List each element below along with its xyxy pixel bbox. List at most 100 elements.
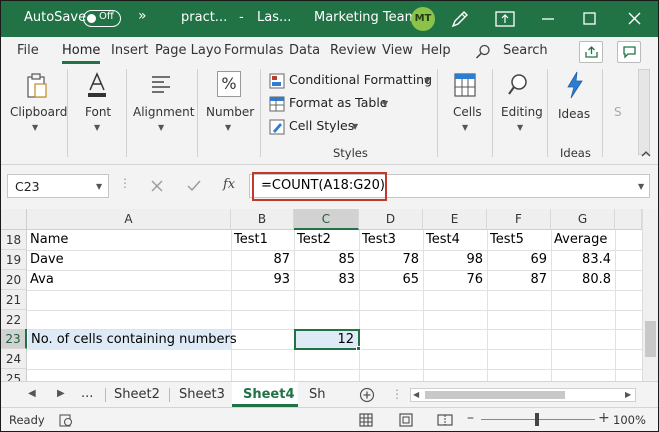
font-group[interactable]: Font ▼ (68, 65, 126, 161)
number-group[interactable]: % Number ▼ (198, 65, 260, 161)
sheet-tab-sheet4[interactable]: Sheet4 (243, 387, 295, 402)
maximize-icon[interactable] (583, 12, 596, 25)
cancel-entry-icon[interactable] (151, 180, 163, 192)
cell-f20[interactable]: 87 (487, 270, 551, 290)
horizontal-scrollbar[interactable]: ◀ ▶ (410, 388, 636, 402)
sheet-tab-partial[interactable]: Sh (309, 387, 326, 402)
ribbon-scrollbar[interactable] (638, 69, 650, 155)
cell-d19[interactable]: 78 (359, 250, 423, 270)
tab-formulas[interactable]: Formulas (224, 43, 283, 58)
close-icon[interactable] (628, 12, 641, 25)
expand-formula-icon[interactable]: ▼ (638, 182, 644, 191)
column-header-a[interactable]: A (27, 209, 231, 230)
zoom-out-icon[interactable]: – (467, 410, 474, 426)
name-box[interactable]: C23 ▼ (7, 174, 109, 198)
zoom-slider-thumb[interactable] (535, 413, 539, 426)
tab-help[interactable]: Help (421, 43, 451, 58)
ideas-group[interactable]: Ideas Ideas (548, 65, 602, 161)
zoom-level[interactable]: 100% (613, 413, 646, 427)
select-all-button[interactable] (1, 209, 27, 230)
share-button[interactable] (579, 41, 603, 63)
scroll-left-icon[interactable]: ◀ (28, 388, 36, 399)
insert-function-icon[interactable]: fx (223, 177, 235, 192)
cell-g19[interactable]: 83.4 (551, 250, 615, 270)
file-location[interactable]: Las... (257, 10, 291, 25)
column-header-e[interactable]: E (423, 209, 487, 230)
search-label[interactable]: Search (503, 43, 548, 58)
row-header-18[interactable]: 18 (1, 230, 27, 250)
column-header-d[interactable]: D (359, 209, 423, 230)
cell-c19[interactable]: 85 (294, 250, 359, 270)
column-header-g[interactable]: G (551, 209, 615, 230)
page-layout-view-icon[interactable] (399, 413, 413, 427)
tab-home[interactable]: Home (62, 43, 100, 58)
fill-handle[interactable] (356, 346, 361, 351)
minimize-icon[interactable] (541, 13, 555, 25)
column-header-b[interactable]: B (231, 209, 294, 230)
horizontal-scroll-thumb[interactable] (425, 391, 565, 399)
cell-a20[interactable]: Ava (27, 270, 231, 290)
cell-d18[interactable]: Test3 (359, 230, 423, 250)
more-commands-icon[interactable]: » (138, 8, 147, 24)
cell-e19[interactable]: 98 (423, 250, 487, 270)
pen-icon[interactable] (450, 9, 470, 29)
zoom-in-icon[interactable]: + (598, 410, 610, 426)
cell-a23[interactable]: No. of cells containing numbers (28, 330, 237, 350)
autosave-toggle[interactable]: Off (83, 10, 121, 27)
cell-e18[interactable]: Test4 (423, 230, 487, 250)
enter-check-icon[interactable] (187, 180, 201, 192)
row-header-22[interactable]: 22 (1, 310, 27, 330)
cells-group[interactable]: Cells ▼ (438, 65, 492, 161)
cell-d20[interactable]: 65 (359, 270, 423, 290)
vertical-scrollbar[interactable] (642, 209, 658, 381)
vertical-scroll-thumb[interactable] (645, 321, 656, 357)
cell-c20[interactable]: 83 (294, 270, 359, 290)
column-header-partial[interactable] (615, 209, 642, 230)
sheet-tab-sheet2[interactable]: Sheet2 (114, 387, 160, 402)
cell-c23[interactable]: 12 (294, 329, 360, 350)
tab-review[interactable]: Review (330, 43, 376, 58)
more-sheets-button[interactable]: ... (81, 386, 93, 401)
cell-g20[interactable]: 80.8 (551, 270, 615, 290)
row-header-24[interactable]: 24 (1, 349, 27, 369)
tab-data[interactable]: Data (289, 43, 320, 58)
cell-f19[interactable]: 69 (487, 250, 551, 270)
tab-page-layout[interactable]: Page Layo (155, 43, 221, 58)
alignment-group[interactable]: Alignment ▼ (127, 65, 197, 161)
cell-c18[interactable]: Test2 (294, 230, 359, 250)
row-header-25[interactable]: 25 (1, 369, 27, 381)
cell-e20[interactable]: 76 (423, 270, 487, 290)
cell-f18[interactable]: Test5 (487, 230, 551, 250)
row-header-19[interactable]: 19 (1, 250, 27, 270)
page-break-view-icon[interactable] (437, 413, 453, 427)
editing-group[interactable]: Editing ▼ (493, 65, 547, 161)
cell-b20[interactable]: 93 (231, 270, 294, 290)
accessibility-icon[interactable] (59, 413, 73, 427)
scroll-left-icon[interactable]: ◀ (413, 390, 419, 399)
column-header-f[interactable]: F (487, 209, 551, 230)
normal-view-icon[interactable] (359, 413, 373, 427)
tab-insert[interactable]: Insert (111, 43, 148, 58)
tab-file[interactable]: File (17, 43, 39, 58)
comments-button[interactable] (617, 41, 641, 63)
row-header-20[interactable]: 20 (1, 270, 27, 290)
cell-a18[interactable]: Name (27, 230, 231, 250)
add-sheet-icon[interactable] (359, 387, 375, 403)
cell-a19[interactable]: Dave (27, 250, 231, 270)
tab-view[interactable]: View (382, 43, 413, 58)
scroll-right-icon[interactable]: ▶ (57, 388, 65, 399)
column-header-c[interactable]: C (294, 209, 359, 230)
cell-b18[interactable]: Test1 (231, 230, 294, 250)
collapse-ribbon-icon[interactable] (640, 149, 652, 159)
search-icon[interactable] (475, 44, 491, 60)
clipboard-group[interactable]: Clipboard ▼ (1, 65, 67, 161)
sheet-tab-sheet3[interactable]: Sheet3 (179, 387, 225, 402)
scroll-right-icon[interactable]: ▶ (625, 390, 631, 399)
cell-b19[interactable]: 87 (231, 250, 294, 270)
row-header-21[interactable]: 21 (1, 290, 27, 310)
row-header-23[interactable]: 23 (1, 329, 27, 349)
cell-g18[interactable]: Average (551, 230, 615, 250)
ribbon-display-icon[interactable] (495, 11, 515, 27)
chevron-down-icon: ▼ (96, 182, 103, 191)
avatar[interactable]: MT (411, 7, 435, 31)
